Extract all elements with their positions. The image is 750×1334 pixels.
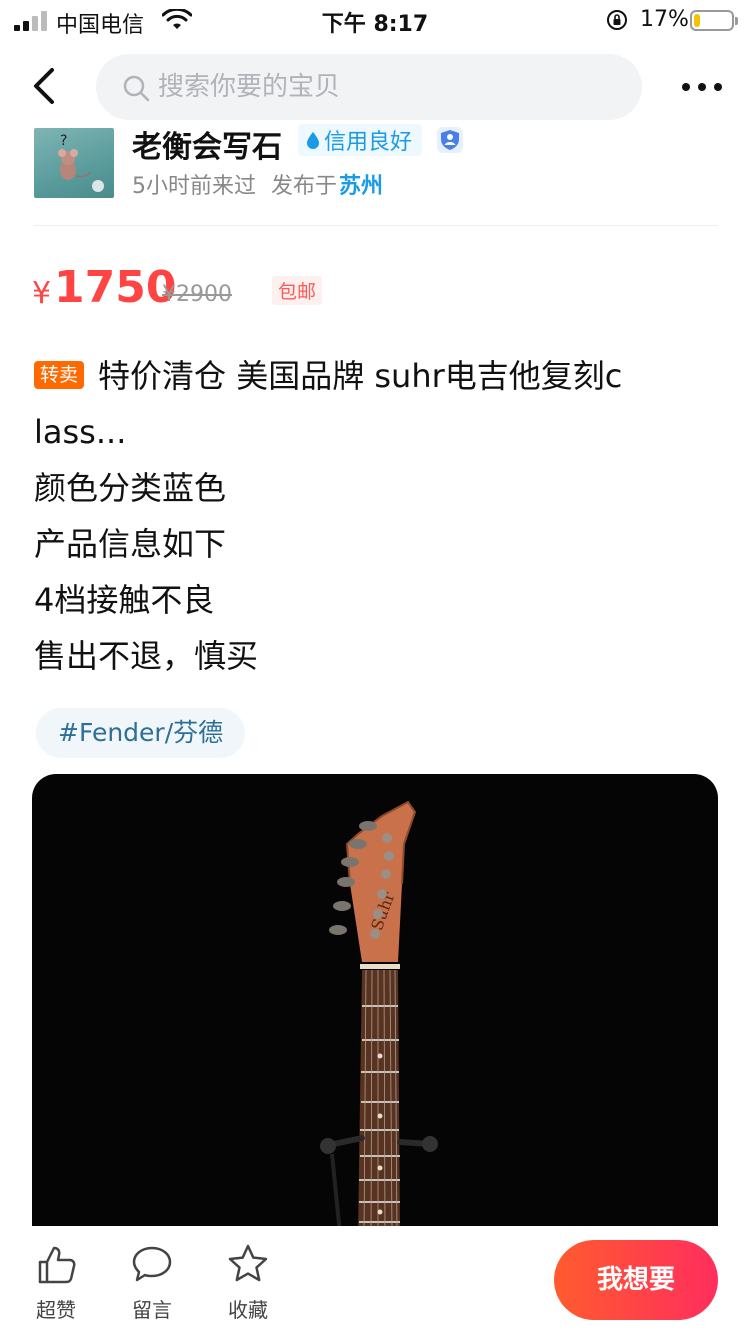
last-seen: 5小时前来过 (132, 174, 256, 199)
title-line-2: lass... (34, 413, 127, 451)
like-label: 超赞 (36, 1298, 76, 1322)
chat-bubble-icon (132, 1246, 172, 1282)
chevron-left-icon[interactable] (24, 64, 68, 108)
divider (34, 225, 718, 226)
orientation-lock-icon (607, 10, 627, 30)
resell-tag: 转卖 (34, 361, 85, 389)
svg-text:?: ? (60, 133, 67, 149)
credit-badge-label: 信用良好 (324, 130, 413, 155)
original-price: ¥2900 (162, 282, 232, 307)
guitar-headstock-illustration: Suhr (320, 800, 438, 1234)
water-drop-icon (307, 132, 319, 149)
battery-percent: 17% (640, 7, 689, 32)
search-box[interactable] (96, 54, 642, 120)
topic-tag[interactable]: #Fender/芬德 (36, 708, 246, 758)
desc-line: 产品信息如下 (34, 525, 227, 563)
listing-description: 转卖 特价清仓 美国品牌 suhr电吉他复刻c lass... 颜色分类蓝色 产品… (34, 348, 724, 684)
nav-bar (0, 52, 750, 122)
seller-name[interactable]: 老衡会写石 (132, 122, 282, 166)
verified-person-icon (437, 127, 463, 153)
comment-label: 留言 (132, 1298, 172, 1322)
status-bar: 中国电信 下午 8:17 17% (0, 0, 750, 40)
battery-level-fill (694, 14, 700, 27)
currency-symbol: ¥ (32, 276, 52, 311)
comment-button[interactable]: 留言 (122, 1242, 182, 1323)
desc-line: 颜色分类蓝色 (34, 469, 227, 507)
seller-city: 苏州 (339, 174, 384, 199)
product-photo[interactable]: Suhr (32, 774, 718, 1234)
favorite-button[interactable]: 收藏 (218, 1242, 278, 1323)
more-dots-icon[interactable] (680, 80, 724, 94)
credit-badge[interactable]: 信用良好 (298, 124, 423, 156)
price-row: ¥ 1750 ¥2900 包邮 (32, 262, 732, 322)
published-in-label: 发布于 (271, 174, 338, 199)
star-icon (228, 1244, 268, 1282)
title-line: 转卖 特价清仓 美国品牌 suhr电吉他复刻c (34, 348, 724, 404)
thumbs-up-icon (38, 1246, 76, 1284)
want-button[interactable]: 我想要 (554, 1240, 718, 1320)
seller-meta: 5小时前来过 发布于苏州 (132, 168, 383, 200)
desc-line: 售出不退，慎买 (34, 637, 259, 675)
seller-info[interactable]: ? 老衡会写石 信用良好 5小时前来过 发布于苏州 (0, 124, 750, 218)
desc-line: 4档接触不良 (34, 581, 215, 619)
search-input[interactable] (158, 54, 618, 120)
title-text: 特价清仓 美国品牌 suhr电吉他复刻c (98, 357, 623, 395)
avatar[interactable]: ? (34, 128, 114, 198)
bottom-action-bar: 超赞 留言 收藏 我想要 (0, 1226, 750, 1334)
battery-icon (690, 10, 738, 31)
free-shipping-tag: 包邮 (272, 276, 323, 305)
status-time: 下午 8:17 (321, 12, 429, 37)
favorite-label: 收藏 (228, 1298, 268, 1322)
current-price: 1750 (54, 262, 177, 313)
search-icon (123, 75, 150, 102)
like-button[interactable]: 超赞 (26, 1242, 86, 1323)
avatar-mouse-illustration: ? (58, 133, 104, 192)
